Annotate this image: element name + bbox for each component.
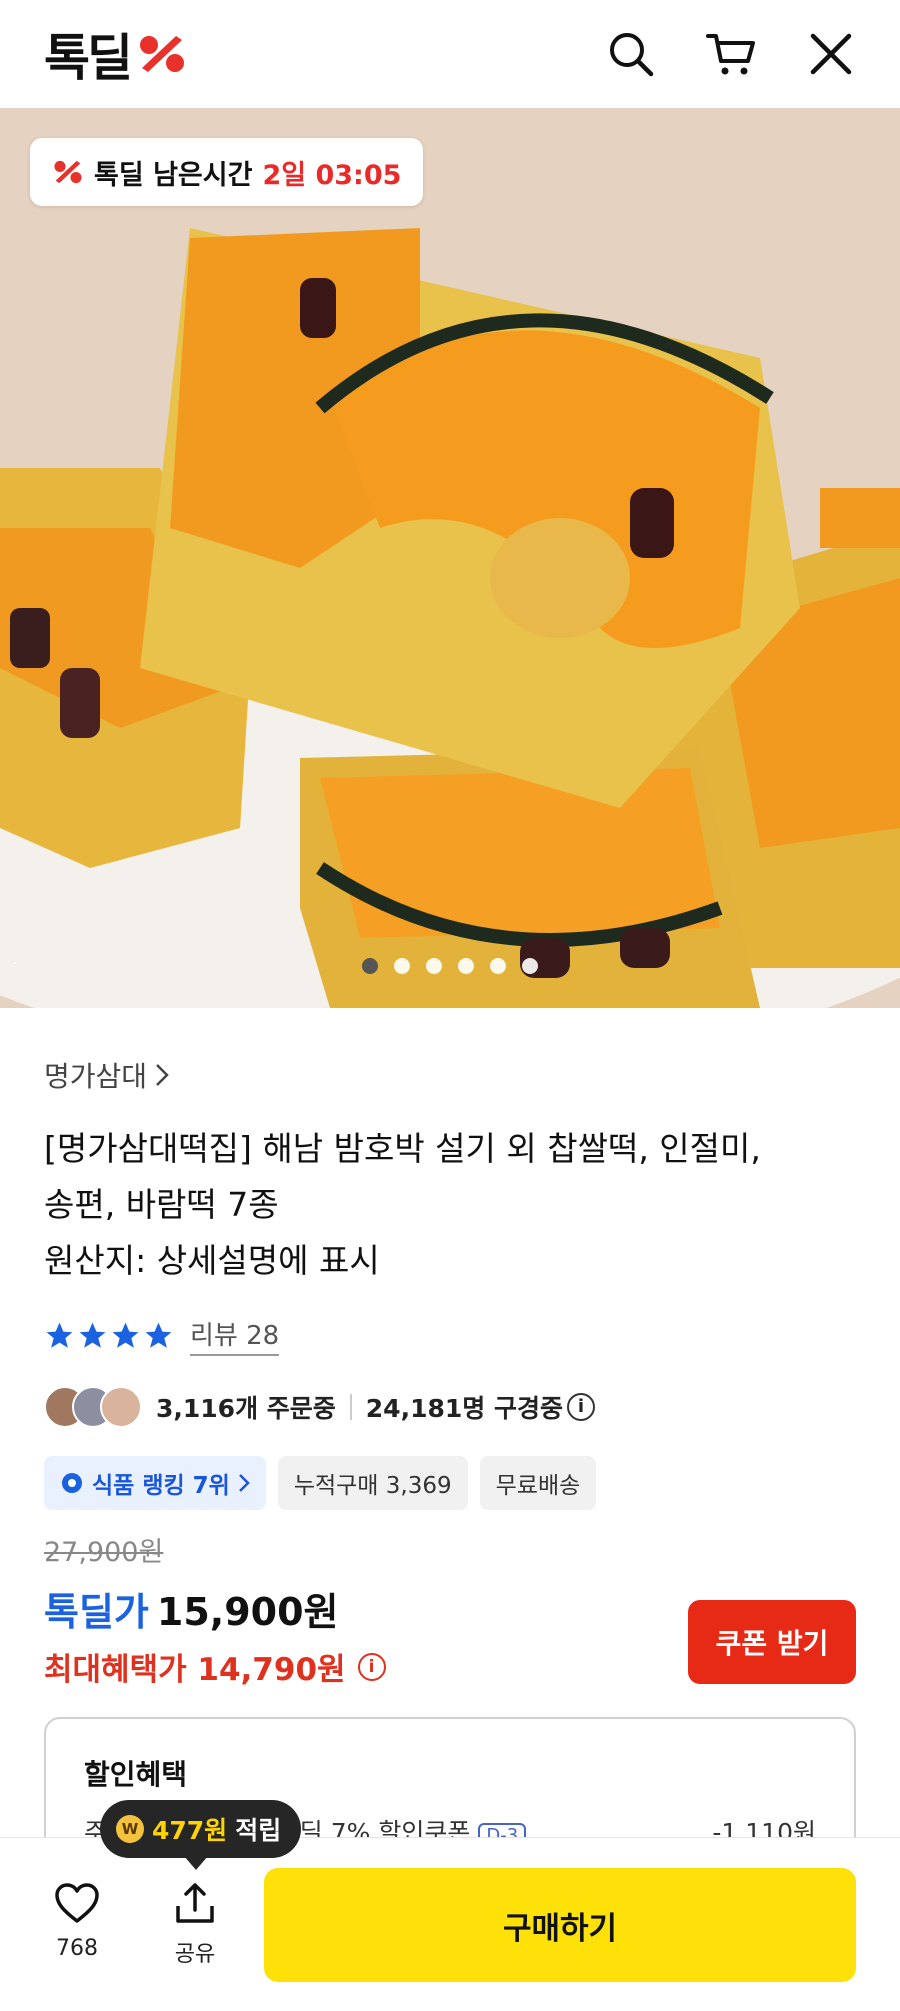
info-icon[interactable]: i [566,1393,595,1421]
shipping-label: 무료배송 [495,1473,581,1499]
badge-icon [62,1473,82,1493]
product-title: [명가삼대떡집] 해남 밤호박 설기 외 찹쌀떡, 인절미, 송편, 바람떡 7… [44,1121,856,1289]
star-icon [46,1322,73,1348]
top-header: 톡딜 [0,0,900,108]
order-count: 3,116개 주문중 [156,1394,336,1423]
carousel-dot[interactable] [522,958,538,974]
cumulative-label: 누적구매 3,369 [293,1473,452,1499]
title-line-2: 송편, 바람떡 7종 [44,1185,279,1224]
ranking-chip[interactable]: 식품 랭킹 7위 [44,1456,266,1510]
product-chips: 식품 랭킹 7위 누적구매 3,369 무료배송 [44,1456,856,1510]
coupon-button[interactable]: 쿠폰 받기 [688,1600,856,1684]
share-button[interactable]: 공유 [150,1882,240,1968]
close-icon[interactable] [806,29,856,79]
review-link[interactable]: 리뷰 28 [190,1315,280,1356]
origin-text: 원산지: 상세설명에 표시 [44,1241,380,1280]
star-rating [44,1320,174,1351]
carousel-dot[interactable] [394,958,410,974]
deal-price-label: 톡딜가 [44,1590,149,1634]
like-count: 768 [56,1936,98,1961]
timer-label: 톡딜 남은시간 [94,159,253,191]
deal-price-value: 15,900원 [156,1590,339,1634]
heart-icon [55,1883,99,1923]
viewer-count: 24,181명 구경중 [365,1394,563,1423]
product-info: 명가삼대 [명가삼대떡집] 해남 밤호박 설기 외 찹쌀떡, 인절미, 송편, … [44,1055,856,1510]
carousel-indicator [0,958,900,974]
coin-icon: W [116,1815,144,1843]
discount-title: 할인혜택 [84,1758,188,1791]
points-amount: 477원 [152,1816,228,1845]
timer-remaining: 2일 03:05 [262,159,402,191]
percent-icon [54,160,82,184]
logo-text: 톡딜 [44,29,133,87]
cart-icon[interactable] [706,29,756,79]
percent-logo-icon [140,36,184,72]
carousel-dot[interactable] [490,958,506,974]
points-suffix: 적립 [235,1816,282,1845]
like-button[interactable]: 768 [32,1882,122,1961]
talkdeal-logo[interactable]: 톡딜 [44,18,188,90]
chevron-right-icon [156,1064,169,1086]
max-benefit-label: 최대혜택가 14,790원 [44,1652,346,1688]
original-price: 27,900원 [44,1537,164,1568]
free-shipping-chip: 무료배송 [479,1456,597,1510]
deal-timer-badge: 톡딜 남은시간 2일 03:05 [30,138,424,206]
carousel-dot[interactable] [426,958,442,974]
divider [349,1394,352,1420]
points-tooltip: W 477원 적립 [100,1800,302,1870]
avatar [100,1386,142,1428]
star-icon [79,1322,106,1348]
star-icon [145,1322,172,1348]
bottom-action-bar: 768 공유 구매하기 [0,1838,900,2011]
share-icon [176,1883,214,1923]
share-label: 공유 [174,1942,216,1967]
ranking-label: 식품 랭킹 7위 [92,1473,230,1499]
info-icon[interactable]: i [357,1652,386,1681]
product-photo [0,108,900,1008]
rating-row: 리뷰 28 [44,1315,856,1356]
carousel-dot[interactable] [362,958,378,974]
buy-button[interactable]: 구매하기 [264,1868,856,1982]
buyer-avatars [44,1386,142,1428]
product-image-carousel[interactable]: 톡딜 남은시간 2일 03:05 [0,108,900,1008]
title-line-1: [명가삼대떡집] 해남 밤호박 설기 외 찹쌀떡, 인절미, [44,1129,761,1168]
carousel-dot[interactable] [458,958,474,974]
brand-name: 명가삼대 [44,1060,148,1093]
search-icon[interactable] [606,29,656,79]
order-stats: 3,116개 주문중 24,181명 구경중 i [44,1386,856,1428]
cumulative-purchase-chip: 누적구매 3,369 [277,1456,468,1510]
chevron-right-icon [238,1474,250,1492]
brand-link[interactable]: 명가삼대 [44,1055,856,1095]
price-section: 27,900원 톡딜가 15,900원 최대혜택가 14,790원 i 쿠폰 받… [44,1530,856,1689]
star-icon [112,1322,139,1348]
